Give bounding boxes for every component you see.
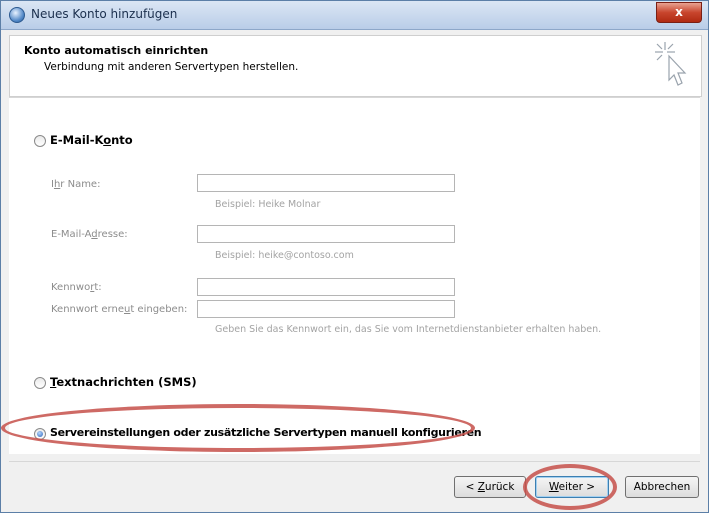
wizard-header: Konto automatisch einrichten Verbindung … (9, 35, 702, 97)
header-title: Konto automatisch einrichten (24, 44, 209, 57)
sms-label[interactable]: Textnachrichten (SMS) (50, 375, 197, 389)
footer-divider (9, 461, 700, 462)
password-repeat-label: Kennwort erneut eingeben: (51, 304, 188, 315)
password-input[interactable] (197, 278, 455, 296)
title-bar[interactable]: Neues Konto hinzufügen x (1, 1, 708, 30)
email-address-hint: Beispiel: heike@contoso.com (215, 250, 354, 261)
outlook-app-icon (9, 7, 25, 23)
cursor-sparkle-icon (655, 42, 687, 86)
email-address-input[interactable] (197, 225, 455, 243)
header-subtitle: Verbindung mit anderen Servertypen herst… (44, 61, 299, 73)
name-input[interactable] (197, 174, 455, 192)
email-account-radio[interactable] (34, 135, 46, 147)
cancel-button[interactable]: Abbrechen (625, 476, 699, 498)
wizard-body: E-Mail-Konto Ihr Name: Beispiel: Heike M… (9, 98, 700, 454)
email-address-label: E-Mail-Adresse: (51, 229, 128, 240)
name-hint: Beispiel: Heike Molnar (215, 199, 321, 210)
password-repeat-input[interactable] (197, 300, 455, 318)
sms-radio[interactable] (34, 377, 46, 389)
window-title: Neues Konto hinzufügen (31, 7, 178, 21)
password-label: Kennwort: (51, 282, 102, 293)
email-account-label[interactable]: E-Mail-Konto (50, 133, 133, 147)
back-button[interactable]: < Zurück (454, 476, 526, 498)
name-label: Ihr Name: (51, 179, 101, 190)
password-hint: Geben Sie das Kennwort ein, das Sie vom … (215, 324, 602, 335)
next-button-highlight (523, 464, 617, 510)
manual-config-highlight (1, 404, 475, 452)
close-button[interactable]: x (656, 2, 702, 23)
